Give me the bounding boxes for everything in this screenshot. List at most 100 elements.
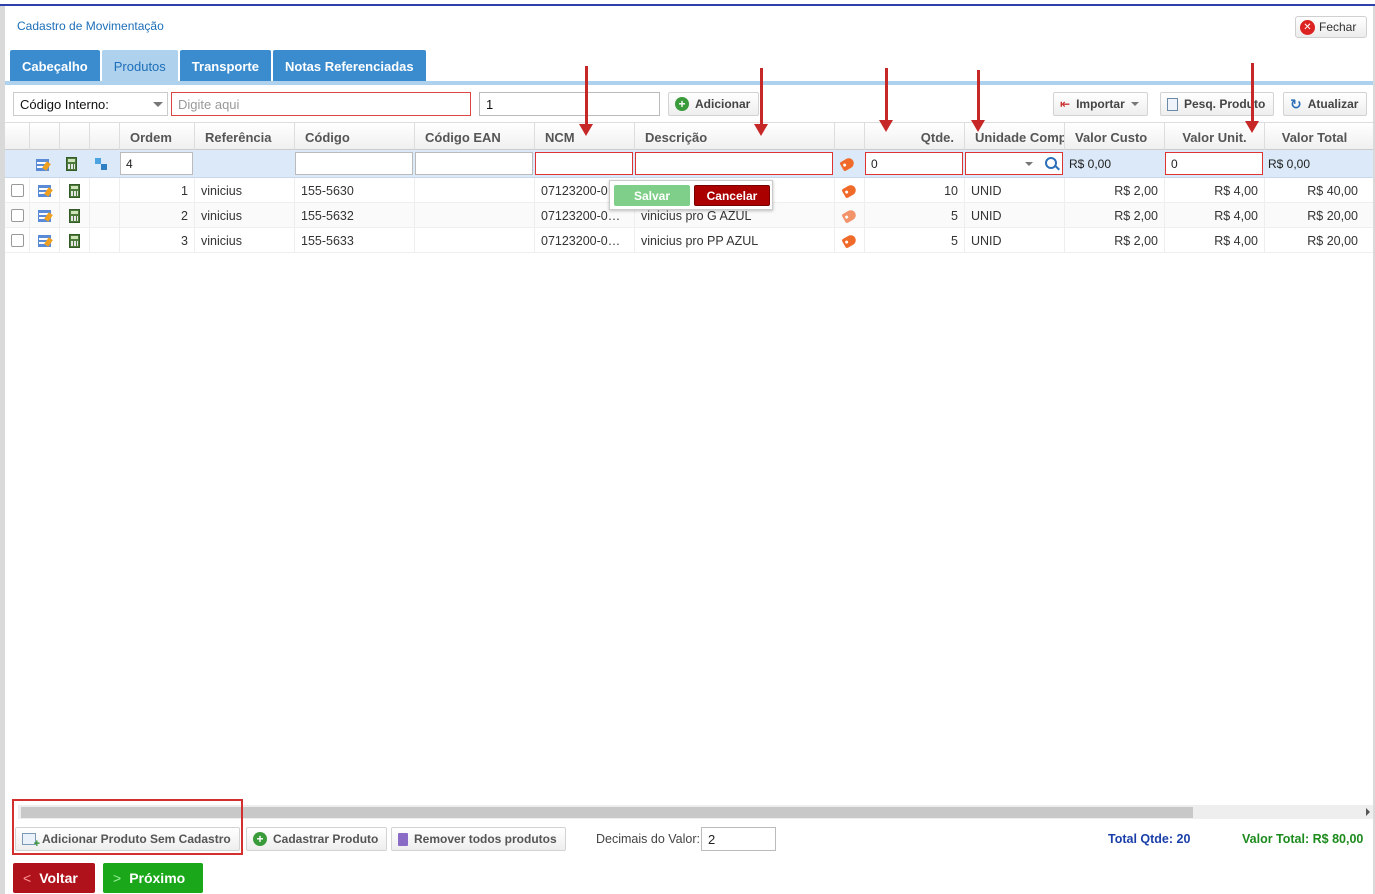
edit-list-icon — [37, 209, 52, 222]
next-button[interactable]: > Próximo — [103, 863, 203, 893]
header-ordem[interactable]: Ordem — [119, 123, 194, 151]
refresh-button[interactable]: ↻ Atualizar — [1283, 92, 1368, 116]
expand-arrows-icon — [94, 157, 108, 171]
row-ordem: 1 — [119, 178, 194, 203]
header-valor-total[interactable]: Valor Total — [1264, 123, 1364, 151]
annotation-arrow-ncm — [579, 66, 593, 136]
annotation-arrow-qtde — [879, 68, 893, 132]
row-unidade: UNID — [964, 228, 1064, 253]
close-button-label: Fechar — [1319, 20, 1357, 34]
total-quantity: Total Qtde: 20 — [1108, 832, 1191, 846]
header-codigo[interactable]: Código — [294, 123, 414, 151]
table-row[interactable]: 3 vinicius 155-5633 07123200-0… vinicius… — [5, 228, 1373, 253]
chevron-down-icon — [153, 102, 163, 107]
header-valor-custo[interactable]: Valor Custo — [1064, 123, 1164, 151]
import-button[interactable]: ⇤ Importar — [1053, 92, 1148, 116]
edit-codigo-ean-input[interactable] — [415, 152, 533, 175]
register-product-button[interactable]: + Cadastrar Produto — [246, 827, 388, 851]
edit-ordem-input[interactable]: 4 — [120, 152, 193, 175]
header-referencia[interactable]: Referência — [194, 123, 294, 151]
tab-transporte[interactable]: Transporte — [179, 50, 271, 82]
search-type-value: Código Interno: — [20, 96, 109, 112]
chevron-down-icon — [1025, 162, 1033, 166]
row-valor-unit: R$ 4,00 — [1164, 203, 1264, 228]
cancel-button[interactable]: Cancelar — [694, 185, 770, 206]
edit-row-link-icon[interactable] — [94, 150, 108, 178]
row-link-cell — [89, 178, 119, 203]
annotation-arrow-descricao — [754, 68, 768, 136]
row-valor-custo: R$ 2,00 — [1064, 228, 1164, 253]
edit-unidade-select[interactable] — [965, 152, 1063, 175]
row-checkbox-cell[interactable] — [5, 203, 29, 228]
row-unidade: UNID — [964, 203, 1064, 228]
row-qtde: 5 — [864, 228, 964, 253]
window-title: Cadastro de Movimentação — [17, 19, 164, 33]
close-icon: ✕ — [1300, 19, 1315, 35]
edit-row-tag[interactable] — [839, 150, 856, 178]
register-product-label: Cadastrar Produto — [273, 832, 379, 846]
edit-qtde-input[interactable]: 0 — [865, 152, 963, 175]
row-checkbox-cell[interactable] — [5, 228, 29, 253]
row-edit-cell[interactable] — [29, 228, 59, 253]
row-referencia: vinicius — [194, 228, 294, 253]
edit-row-calc-icon[interactable] — [66, 150, 77, 178]
product-search-input[interactable]: Digite aqui — [171, 92, 471, 116]
row-calc-cell[interactable] — [59, 203, 89, 228]
price-tag-icon — [839, 156, 856, 172]
edit-row-edit-icon[interactable] — [36, 150, 50, 178]
import-button-label: Importar — [1076, 97, 1125, 111]
row-checkbox-cell[interactable] — [5, 178, 29, 203]
plus-circle-icon: + — [675, 97, 689, 111]
edit-list-icon — [37, 234, 52, 247]
decimals-input[interactable]: 2 — [701, 827, 776, 851]
search-product-button[interactable]: Pesq. Produto — [1160, 92, 1275, 116]
row-qtde: 10 — [864, 178, 964, 203]
chevron-left-icon: < — [23, 870, 32, 886]
row-checkbox[interactable] — [10, 184, 24, 197]
row-codigo: 155-5632 — [294, 203, 414, 228]
row-checkbox[interactable] — [10, 234, 24, 247]
remove-all-products-button[interactable]: Remover todos produtos — [391, 827, 566, 851]
calculator-icon — [69, 233, 80, 248]
row-checkbox[interactable] — [10, 209, 24, 222]
import-icon: ⇤ — [1060, 97, 1071, 111]
row-tag-cell[interactable] — [834, 203, 864, 228]
save-button[interactable]: Salvar — [614, 185, 690, 206]
tab-bar: Cabeçalho Produtos Transporte Notas Refe… — [10, 50, 426, 82]
row-ordem: 2 — [119, 203, 194, 228]
search-icon[interactable] — [1045, 157, 1057, 169]
row-codigo-ean — [414, 203, 534, 228]
quantity-input[interactable]: 1 — [479, 92, 660, 116]
scroll-right-icon[interactable] — [1366, 808, 1370, 816]
header-link — [89, 123, 119, 151]
calculator-icon — [69, 208, 80, 223]
row-valor-custo: R$ 2,00 — [1064, 203, 1164, 228]
row-tag-cell[interactable] — [834, 228, 864, 253]
tab-notas-referenciadas[interactable]: Notas Referenciadas — [272, 50, 426, 82]
row-referencia: vinicius — [194, 203, 294, 228]
edit-codigo-input[interactable] — [295, 152, 413, 175]
edit-descricao-input[interactable] — [635, 152, 833, 175]
header-codigo-ean[interactable]: Código EAN — [414, 123, 534, 151]
calculator-icon — [66, 157, 77, 171]
back-button[interactable]: < Voltar — [13, 863, 95, 893]
edit-ncm-input[interactable] — [535, 152, 633, 175]
trash-icon — [398, 832, 408, 846]
row-tag-cell[interactable] — [834, 178, 864, 203]
row-qtde: 5 — [864, 203, 964, 228]
row-edit-cell[interactable] — [29, 178, 59, 203]
row-valor-unit: R$ 4,00 — [1164, 178, 1264, 203]
add-button[interactable]: + Adicionar — [668, 92, 760, 116]
row-calc-cell[interactable] — [59, 228, 89, 253]
tab-produtos[interactable]: Produtos — [101, 50, 178, 82]
row-calc-cell[interactable] — [59, 178, 89, 203]
annotation-arrow-valor-unit — [1245, 63, 1259, 133]
edit-valor-unit-input[interactable]: 0 — [1165, 152, 1263, 175]
search-type-select[interactable]: Código Interno: — [13, 92, 168, 116]
close-button[interactable]: ✕ Fechar — [1295, 16, 1367, 38]
tab-cabecalho[interactable]: Cabeçalho — [10, 50, 100, 82]
product-toolbar: Código Interno: Digite aqui 1 + Adiciona… — [5, 86, 1373, 122]
header-calc — [59, 123, 89, 151]
header-descricao[interactable]: Descrição — [634, 123, 834, 151]
row-edit-cell[interactable] — [29, 203, 59, 228]
